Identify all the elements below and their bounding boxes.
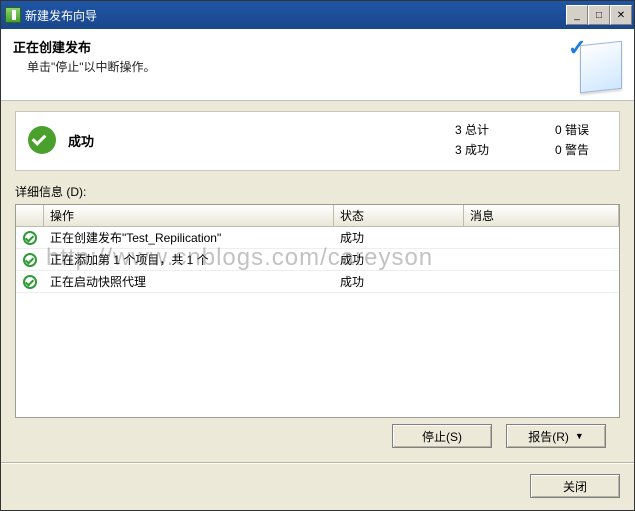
window-titlebar: 新建发布向导 _ □ ✕	[1, 1, 634, 29]
chevron-down-icon: ▼	[575, 431, 584, 441]
summary-stats-col1: 3 总计 3 成功	[455, 120, 489, 160]
summary-status: 成功	[68, 131, 455, 150]
table-row[interactable]: 正在启动快照代理 成功	[16, 271, 619, 293]
grid-header-status[interactable]: 状态	[334, 205, 464, 226]
report-button[interactable]: 报告(R) ▼	[506, 424, 606, 448]
check-icon: ✓	[568, 35, 586, 61]
dialog-body: 正在创建发布 单击"停止"以中断操作。 ✓ 成功 3 总计 3 成功 0 错误 …	[1, 29, 634, 510]
row-status-icon	[23, 253, 37, 267]
row-operation: 正在创建发布"Test_Repilication"	[44, 229, 334, 246]
stat-success: 3 成功	[455, 140, 489, 160]
row-status-icon	[23, 231, 37, 245]
summary-panel: 成功 3 总计 3 成功 0 错误 0 警告	[15, 111, 620, 171]
row-operation: 正在添加第 1 个项目，共 1 个	[44, 251, 334, 268]
row-status: 成功	[334, 251, 464, 268]
row-operation: 正在启动快照代理	[44, 273, 334, 290]
window-control-group: _ □ ✕	[566, 5, 632, 25]
row-status: 成功	[334, 273, 464, 290]
close-window-button[interactable]: ✕	[610, 5, 632, 25]
grid-body: 正在创建发布"Test_Repilication" 成功 正在添加第 1 个项目…	[16, 227, 619, 417]
row-status: 成功	[334, 229, 464, 246]
close-button-label: 关闭	[563, 478, 587, 495]
details-label: 详细信息 (D):	[15, 183, 620, 200]
stat-errors: 0 错误	[555, 120, 589, 140]
app-icon	[5, 7, 21, 23]
report-button-label: 报告(R)	[528, 428, 569, 445]
table-row[interactable]: 正在创建发布"Test_Repilication" 成功	[16, 227, 619, 249]
window-title: 新建发布向导	[25, 7, 566, 24]
stat-total: 3 总计	[455, 120, 489, 140]
summary-stats-col2: 0 错误 0 警告	[555, 120, 589, 160]
stop-button[interactable]: 停止(S)	[392, 424, 492, 448]
stat-warnings: 0 警告	[555, 140, 589, 160]
success-icon	[28, 126, 56, 154]
table-row[interactable]: 正在添加第 1 个项目，共 1 个 成功	[16, 249, 619, 271]
maximize-button[interactable]: □	[588, 5, 610, 25]
grid-header-operation[interactable]: 操作	[44, 205, 334, 226]
close-button[interactable]: 关闭	[530, 474, 620, 498]
row-status-icon	[23, 275, 37, 289]
wizard-header-image: ✓	[572, 35, 622, 91]
wizard-header-subtitle: 单击"停止"以中断操作。	[13, 58, 622, 75]
minimize-button[interactable]: _	[566, 5, 588, 25]
grid-header-icon[interactable]	[16, 205, 44, 226]
stop-button-label: 停止(S)	[422, 428, 462, 445]
details-grid: 操作 状态 消息 正在创建发布"Test_Repilication" 成功 正在…	[15, 204, 620, 418]
wizard-header: 正在创建发布 单击"停止"以中断操作。 ✓	[1, 29, 634, 101]
wizard-header-title: 正在创建发布	[13, 37, 622, 56]
grid-header-row: 操作 状态 消息	[16, 205, 619, 227]
grid-header-message[interactable]: 消息	[464, 205, 619, 226]
